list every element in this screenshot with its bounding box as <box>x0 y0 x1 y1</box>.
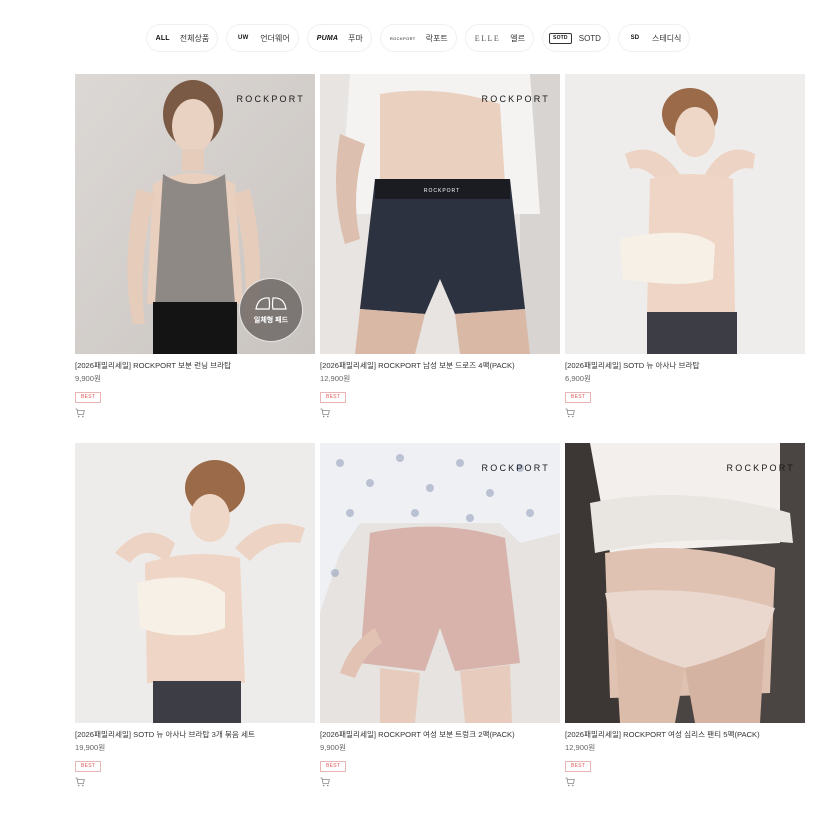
best-badge: BEST <box>75 761 102 772</box>
filter-steady[interactable]: SD 스테디식 <box>618 25 690 51</box>
best-badge: BEST <box>320 392 347 403</box>
filter-label: SOTD <box>578 33 601 43</box>
filter-label: 언더웨어 <box>260 33 290 43</box>
badge-text: 일체형 패드 <box>253 317 289 324</box>
all-icon: ALL <box>152 30 173 46</box>
product-title[interactable]: [2026패밀리세일] SOTD 뉴 아사나 브라탑 3개 묶음 세트 <box>75 729 315 740</box>
best-badge: BEST <box>320 761 347 772</box>
product-title[interactable]: [2026패밀리세일] SOTD 뉴 아사나 브라탑 <box>565 360 805 371</box>
filter-puma[interactable]: PUMA 푸마 <box>307 25 371 51</box>
product-price: 19,900원 <box>75 743 106 752</box>
brand-watermark: ROCKPORT <box>236 94 305 104</box>
product-image[interactable] <box>75 443 315 723</box>
brand-filter-bar: ALL 전체상품 UW 언더웨어 PUMA 푸마 ROCKPORT 락포트 EL… <box>0 25 836 51</box>
brand-watermark: ROCKPORT <box>481 94 550 104</box>
product-card: [2026패밀리세일] SOTD 뉴 아사나 브라탑 3개 묶음 세트 19,9… <box>75 443 315 812</box>
filter-label: 엘르 <box>510 33 526 43</box>
product-image[interactable]: ROCKPORT 일체형 패드 <box>75 74 315 354</box>
product-card: [2026패밀리세일] SOTD 뉴 아사나 브라탑 6,900원 BEST <box>565 74 805 443</box>
filter-all[interactable]: ALL 전체상품 <box>146 25 218 51</box>
product-price: 12,900원 <box>320 374 351 383</box>
product-grid: ROCKPORT 일체형 패드 [2026패밀리세일] ROCKPORT 보분 … <box>75 74 805 812</box>
product-title[interactable]: [2026패밀리세일] ROCKPORT 여성 보분 트렁크 2팩(PACK) <box>320 729 560 740</box>
filter-elle[interactable]: ELLE 엘르 <box>465 25 534 51</box>
underwear-brand-icon: UW <box>233 30 254 46</box>
elle-logo-icon: ELLE <box>471 30 504 46</box>
product-card: ROCKPORT 일체형 패드 [2026패밀리세일] ROCKPORT 보분 … <box>75 74 315 443</box>
product-image[interactable]: ROCKPORT <box>565 443 805 723</box>
cart-icon[interactable] <box>320 777 330 787</box>
puma-logo-icon: PUMA <box>313 30 342 46</box>
product-price: 6,900원 <box>565 374 591 383</box>
cart-icon[interactable] <box>75 408 85 418</box>
best-badge: BEST <box>75 392 102 403</box>
product-title[interactable]: [2026패밀리세일] ROCKPORT 남성 보분 드로즈 4팩(PACK) <box>320 360 560 371</box>
filter-label: 락포트 <box>425 33 448 43</box>
brand-watermark: ROCKPORT <box>726 463 795 473</box>
svg-text:ROCKPORT: ROCKPORT <box>424 188 460 194</box>
product-price: 12,900원 <box>565 743 596 752</box>
integrated-pad-badge: 일체형 패드 <box>239 278 303 342</box>
product-title[interactable]: [2026패밀리세일] ROCKPORT 보분 런닝 브라탑 <box>75 360 315 371</box>
product-image[interactable]: ROCKPORT ROCKPORT <box>320 74 560 354</box>
filter-label: 전체상품 <box>179 33 210 43</box>
cart-icon[interactable] <box>565 408 575 418</box>
product-card: ROCKPORT ROCKPORT [2026패밀리세일] ROCKPORT 남… <box>320 74 560 443</box>
filter-sotd[interactable]: SOTD SOTD <box>543 25 609 51</box>
product-card: ROCKPORT [2026패밀리세일] ROCKPORT 여성 심리스 팬티 … <box>565 443 805 812</box>
cart-icon[interactable] <box>565 777 575 787</box>
best-badge: BEST <box>565 392 592 403</box>
filter-label: 스테디식 <box>651 33 682 43</box>
product-image[interactable]: ROCKPORT <box>320 443 560 723</box>
rockport-logo-icon: ROCKPORT <box>386 30 419 46</box>
filter-rockport[interactable]: ROCKPORT 락포트 <box>380 25 456 51</box>
product-card: ROCKPORT [2026패밀리세일] ROCKPORT 여성 보분 트렁크 … <box>320 443 560 812</box>
cart-icon[interactable] <box>320 408 330 418</box>
product-title[interactable]: [2026패밀리세일] ROCKPORT 여성 심리스 팬티 5팩(PACK) <box>565 729 805 740</box>
filter-underwear[interactable]: UW 언더웨어 <box>227 25 298 51</box>
product-price: 9,900원 <box>320 743 346 752</box>
product-image[interactable] <box>565 74 805 354</box>
best-badge: BEST <box>565 761 592 772</box>
sotd-logo-icon: SOTD <box>549 32 572 44</box>
bra-pad-icon <box>255 297 287 310</box>
cart-icon[interactable] <box>75 777 85 787</box>
filter-label: 푸마 <box>348 33 363 43</box>
brand-watermark: ROCKPORT <box>481 463 550 473</box>
steady-logo-icon: SD <box>624 30 645 46</box>
product-price: 9,900원 <box>75 374 101 383</box>
